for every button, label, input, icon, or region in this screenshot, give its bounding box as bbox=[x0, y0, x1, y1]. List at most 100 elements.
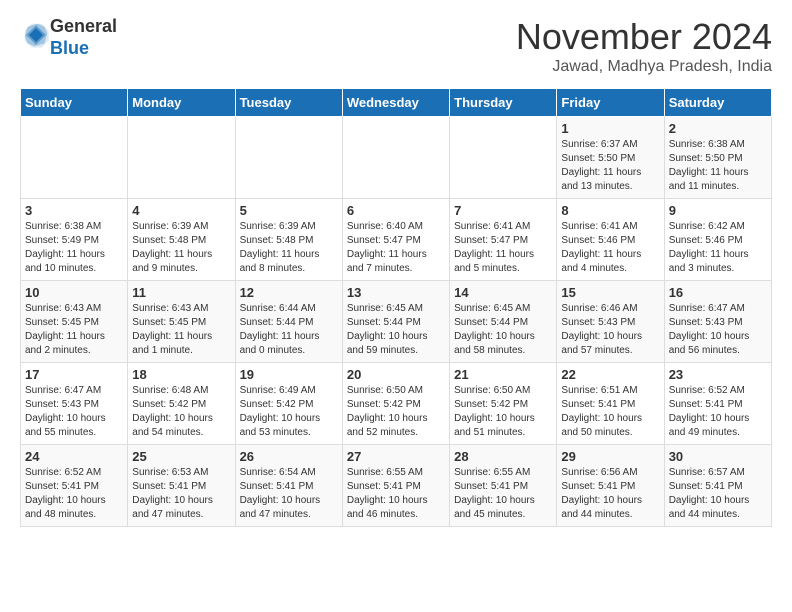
day-number: 9 bbox=[669, 203, 767, 218]
day-cell: 17 Sunrise: 6:47 AM Sunset: 5:43 PM Dayli… bbox=[21, 363, 128, 445]
day-cell: 11Sunrise: 6:43 AM Sunset: 5:45 PM Dayli… bbox=[128, 281, 235, 363]
day-cell: 12 Sunrise: 6:44 AM Sunset: 5:44 PM Dayli… bbox=[235, 281, 342, 363]
logo: General Blue bbox=[20, 16, 117, 59]
location: Jawad, Madhya Pradesh, India bbox=[516, 58, 772, 76]
day-info: Sunrise: 6:53 AM Sunset: 5:41 PM Dayligh… bbox=[132, 466, 230, 522]
day-cell bbox=[128, 117, 235, 199]
logo-icon bbox=[22, 21, 50, 49]
day-cell: 20Sunrise: 6:50 AM Sunset: 5:42 PM Dayli… bbox=[342, 363, 449, 445]
day-number: 28 bbox=[454, 449, 552, 464]
day-cell: 8 Sunrise: 6:41 AM Sunset: 5:46 PM Daylig… bbox=[557, 199, 664, 281]
day-info: Sunrise: 6:57 AM Sunset: 5:41 PM Dayligh… bbox=[669, 466, 767, 522]
header-cell-wednesday: Wednesday bbox=[342, 89, 449, 117]
day-cell bbox=[450, 117, 557, 199]
week-row-2: 3 Sunrise: 6:38 AM Sunset: 5:49 PM Daylig… bbox=[21, 199, 772, 281]
month-title: November 2024 bbox=[516, 16, 772, 58]
day-cell: 29Sunrise: 6:56 AM Sunset: 5:41 PM Dayli… bbox=[557, 445, 664, 527]
header: General Blue November 2024 Jawad, Madhya… bbox=[20, 16, 772, 76]
day-cell: 15Sunrise: 6:46 AM Sunset: 5:43 PM Dayli… bbox=[557, 281, 664, 363]
week-row-5: 24 Sunrise: 6:52 AM Sunset: 5:41 PM Dayli… bbox=[21, 445, 772, 527]
day-info: Sunrise: 6:38 AM Sunset: 5:50 PM Dayligh… bbox=[669, 138, 767, 194]
day-number: 23 bbox=[669, 367, 767, 382]
day-cell bbox=[235, 117, 342, 199]
day-number: 11 bbox=[132, 285, 230, 300]
day-info: Sunrise: 6:45 AM Sunset: 5:44 PM Dayligh… bbox=[347, 302, 445, 358]
day-cell: 30 Sunrise: 6:57 AM Sunset: 5:41 PM Dayli… bbox=[664, 445, 771, 527]
day-cell: 14Sunrise: 6:45 AM Sunset: 5:44 PM Dayli… bbox=[450, 281, 557, 363]
day-info: Sunrise: 6:42 AM Sunset: 5:46 PM Dayligh… bbox=[669, 220, 767, 276]
day-number: 17 bbox=[25, 367, 123, 382]
day-info: Sunrise: 6:41 AM Sunset: 5:46 PM Dayligh… bbox=[561, 220, 659, 276]
day-info: Sunrise: 6:52 AM Sunset: 5:41 PM Dayligh… bbox=[669, 384, 767, 440]
day-cell: 27 Sunrise: 6:55 AM Sunset: 5:41 PM Dayli… bbox=[342, 445, 449, 527]
day-info: Sunrise: 6:43 AM Sunset: 5:45 PM Dayligh… bbox=[25, 302, 123, 358]
day-info: Sunrise: 6:52 AM Sunset: 5:41 PM Dayligh… bbox=[25, 466, 123, 522]
day-number: 27 bbox=[347, 449, 445, 464]
day-info: Sunrise: 6:39 AM Sunset: 5:48 PM Dayligh… bbox=[240, 220, 338, 276]
calendar-table: SundayMondayTuesdayWednesdayThursdayFrid… bbox=[20, 88, 772, 527]
day-number: 22 bbox=[561, 367, 659, 382]
day-info: Sunrise: 6:51 AM Sunset: 5:41 PM Dayligh… bbox=[561, 384, 659, 440]
day-number: 19 bbox=[240, 367, 338, 382]
day-number: 6 bbox=[347, 203, 445, 218]
logo-text: General Blue bbox=[50, 16, 117, 59]
day-info: Sunrise: 6:47 AM Sunset: 5:43 PM Dayligh… bbox=[669, 302, 767, 358]
day-cell: 21Sunrise: 6:50 AM Sunset: 5:42 PM Dayli… bbox=[450, 363, 557, 445]
day-info: Sunrise: 6:55 AM Sunset: 5:41 PM Dayligh… bbox=[454, 466, 552, 522]
day-number: 26 bbox=[240, 449, 338, 464]
day-cell: 22 Sunrise: 6:51 AM Sunset: 5:41 PM Dayli… bbox=[557, 363, 664, 445]
day-info: Sunrise: 6:41 AM Sunset: 5:47 PM Dayligh… bbox=[454, 220, 552, 276]
day-info: Sunrise: 6:37 AM Sunset: 5:50 PM Dayligh… bbox=[561, 138, 659, 194]
day-number: 2 bbox=[669, 121, 767, 136]
day-number: 14 bbox=[454, 285, 552, 300]
day-info: Sunrise: 6:50 AM Sunset: 5:42 PM Dayligh… bbox=[454, 384, 552, 440]
day-cell: 1 Sunrise: 6:37 AM Sunset: 5:50 PM Daylig… bbox=[557, 117, 664, 199]
header-cell-thursday: Thursday bbox=[450, 89, 557, 117]
header-cell-saturday: Saturday bbox=[664, 89, 771, 117]
day-info: Sunrise: 6:39 AM Sunset: 5:48 PM Dayligh… bbox=[132, 220, 230, 276]
calendar-body: 1 Sunrise: 6:37 AM Sunset: 5:50 PM Daylig… bbox=[21, 117, 772, 527]
day-cell: 19 Sunrise: 6:49 AM Sunset: 5:42 PM Dayli… bbox=[235, 363, 342, 445]
header-cell-tuesday: Tuesday bbox=[235, 89, 342, 117]
day-info: Sunrise: 6:44 AM Sunset: 5:44 PM Dayligh… bbox=[240, 302, 338, 358]
calendar-header: SundayMondayTuesdayWednesdayThursdayFrid… bbox=[21, 89, 772, 117]
day-number: 24 bbox=[25, 449, 123, 464]
day-cell: 13 Sunrise: 6:45 AM Sunset: 5:44 PM Dayli… bbox=[342, 281, 449, 363]
day-cell: 10 Sunrise: 6:43 AM Sunset: 5:45 PM Dayli… bbox=[21, 281, 128, 363]
day-number: 16 bbox=[669, 285, 767, 300]
day-info: Sunrise: 6:40 AM Sunset: 5:47 PM Dayligh… bbox=[347, 220, 445, 276]
week-row-1: 1 Sunrise: 6:37 AM Sunset: 5:50 PM Daylig… bbox=[21, 117, 772, 199]
day-cell bbox=[21, 117, 128, 199]
day-cell: 24 Sunrise: 6:52 AM Sunset: 5:41 PM Dayli… bbox=[21, 445, 128, 527]
day-number: 25 bbox=[132, 449, 230, 464]
day-number: 29 bbox=[561, 449, 659, 464]
day-cell: 23 Sunrise: 6:52 AM Sunset: 5:41 PM Dayli… bbox=[664, 363, 771, 445]
day-number: 13 bbox=[347, 285, 445, 300]
day-info: Sunrise: 6:46 AM Sunset: 5:43 PM Dayligh… bbox=[561, 302, 659, 358]
day-number: 8 bbox=[561, 203, 659, 218]
day-cell: 16 Sunrise: 6:47 AM Sunset: 5:43 PM Dayli… bbox=[664, 281, 771, 363]
day-cell bbox=[342, 117, 449, 199]
day-number: 4 bbox=[132, 203, 230, 218]
day-info: Sunrise: 6:55 AM Sunset: 5:41 PM Dayligh… bbox=[347, 466, 445, 522]
day-cell: 5 Sunrise: 6:39 AM Sunset: 5:48 PM Daylig… bbox=[235, 199, 342, 281]
day-number: 5 bbox=[240, 203, 338, 218]
day-number: 30 bbox=[669, 449, 767, 464]
header-cell-sunday: Sunday bbox=[21, 89, 128, 117]
day-info: Sunrise: 6:49 AM Sunset: 5:42 PM Dayligh… bbox=[240, 384, 338, 440]
day-info: Sunrise: 6:47 AM Sunset: 5:43 PM Dayligh… bbox=[25, 384, 123, 440]
page: General Blue November 2024 Jawad, Madhya… bbox=[0, 0, 792, 543]
day-cell: 3 Sunrise: 6:38 AM Sunset: 5:49 PM Daylig… bbox=[21, 199, 128, 281]
day-info: Sunrise: 6:38 AM Sunset: 5:49 PM Dayligh… bbox=[25, 220, 123, 276]
day-info: Sunrise: 6:54 AM Sunset: 5:41 PM Dayligh… bbox=[240, 466, 338, 522]
day-cell: 2 Sunrise: 6:38 AM Sunset: 5:50 PM Daylig… bbox=[664, 117, 771, 199]
day-number: 10 bbox=[25, 285, 123, 300]
day-cell: 25 Sunrise: 6:53 AM Sunset: 5:41 PM Dayli… bbox=[128, 445, 235, 527]
week-row-3: 10 Sunrise: 6:43 AM Sunset: 5:45 PM Dayli… bbox=[21, 281, 772, 363]
day-number: 1 bbox=[561, 121, 659, 136]
day-number: 18 bbox=[132, 367, 230, 382]
day-number: 12 bbox=[240, 285, 338, 300]
header-row: SundayMondayTuesdayWednesdayThursdayFrid… bbox=[21, 89, 772, 117]
day-cell: 28 Sunrise: 6:55 AM Sunset: 5:41 PM Dayli… bbox=[450, 445, 557, 527]
day-number: 3 bbox=[25, 203, 123, 218]
